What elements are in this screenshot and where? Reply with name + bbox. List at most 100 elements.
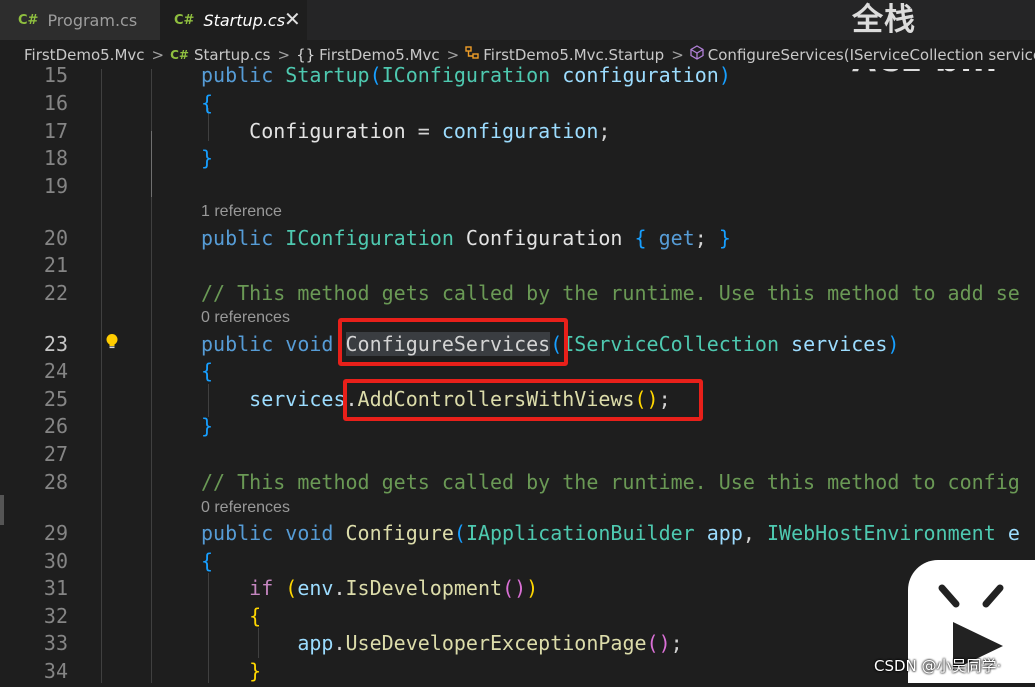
annotation-box (338, 318, 568, 366)
code-text: public void Configure(IApplicationBuilde… (201, 519, 1020, 547)
code-token: IConfiguration (381, 63, 563, 87)
code-text: } (201, 412, 213, 440)
line-number: 29 (43, 521, 68, 545)
code-text: if (env.IsDevelopment()) (201, 574, 538, 602)
code-token: app (297, 631, 334, 655)
line-number: 15 (43, 63, 68, 87)
code-text: // This method gets called by the runtim… (201, 468, 1020, 496)
code-line[interactable]: 27 (0, 440, 1035, 468)
codelens-references[interactable]: 0 references (201, 308, 290, 328)
code-token: ) (526, 576, 539, 600)
code-token: configuration (562, 63, 719, 87)
code-token: } (201, 414, 214, 438)
code-token: , (742, 521, 767, 545)
codelens-references[interactable]: 1 reference (201, 202, 282, 222)
line-number: 25 (43, 387, 68, 411)
code-line[interactable]: 29 public void Configure(IApplicationBuil… (0, 519, 1035, 547)
csdn-watermark: CSDN @小吴同学· (874, 657, 1002, 675)
code-token: ; (694, 226, 719, 250)
line-number: 16 (43, 91, 68, 115)
code-token: // This method gets called by the runtim… (201, 470, 1020, 494)
code-token: public (201, 332, 286, 356)
code-token: { (201, 91, 214, 115)
code-text: public Startup(IConfiguration configurat… (201, 61, 731, 89)
tab-bar: C# Program.cs C# Startup.cs ✕ 全栈ACEbili (0, 0, 1035, 80)
codelens-references[interactable]: 0 references (201, 498, 290, 518)
csharp-file-icon: C# (18, 12, 39, 28)
code-token: UseDeveloperExceptionPage (345, 631, 647, 655)
line-number: 27 (43, 442, 68, 466)
code-token: IApplicationBuilder (465, 521, 707, 545)
code-token: . (333, 631, 346, 655)
code-token: Configure (345, 521, 454, 545)
line-number: 31 (43, 576, 68, 600)
code-token: env (297, 576, 334, 600)
tab-startup-cs[interactable]: C# Startup.cs ✕ (160, 0, 307, 40)
line-number: 24 (43, 359, 68, 383)
video-watermark: 全栈ACEbili (852, 0, 1035, 80)
code-token: ; (670, 631, 683, 655)
line-number: 20 (43, 226, 68, 250)
code-text: } (201, 657, 261, 685)
code-line[interactable]: 18} (0, 144, 1035, 172)
code-line[interactable]: 20 public IConfiguration Configuration { … (0, 224, 1035, 252)
code-line[interactable]: 15 public Startup(IConfiguration configur… (0, 61, 1035, 89)
code-token: ) (887, 332, 900, 356)
code-line[interactable]: 30 { (0, 547, 1035, 575)
code-text: app.UseDeveloperExceptionPage(); (201, 629, 683, 657)
code-line[interactable]: 31 if (env.IsDevelopment()) (0, 574, 1035, 602)
code-token: { (201, 549, 214, 573)
code-line[interactable]: 17 Configuration = configuration; (0, 117, 1035, 145)
code-line[interactable]: 22 // This method gets called by the runt… (0, 279, 1035, 307)
code-token: IsDevelopment (345, 576, 503, 600)
code-token: } (718, 226, 731, 250)
tab-label: Startup.cs (203, 10, 286, 30)
close-icon[interactable]: ✕ (284, 7, 301, 31)
code-line[interactable]: 28 // This method gets called by the runt… (0, 468, 1035, 496)
code-token: public (201, 63, 286, 87)
code-token: get (658, 226, 695, 250)
code-token: } (201, 146, 214, 170)
code-token: public (201, 521, 286, 545)
code-token: ( (453, 521, 466, 545)
line-number: 28 (43, 470, 68, 494)
code-line[interactable]: 16 { (0, 89, 1035, 117)
code-token: ( (369, 63, 382, 87)
annotation-box (343, 379, 703, 421)
lightbulb-icon[interactable] (105, 333, 119, 355)
line-number: 23 (43, 332, 68, 356)
code-line[interactable]: 21 (0, 251, 1035, 279)
code-text: } (201, 144, 213, 172)
line-number: 21 (43, 253, 68, 277)
line-number: 17 (43, 119, 68, 143)
code-token: . (333, 576, 346, 600)
code-token: app (706, 521, 743, 545)
code-token: ) (718, 63, 731, 87)
code-line[interactable]: 32 { (0, 602, 1035, 630)
code-token: () (502, 576, 527, 600)
code-line[interactable]: 33 app.UseDeveloperExceptionPage(); (0, 629, 1035, 657)
code-token: } (249, 659, 262, 683)
line-number: 33 (43, 631, 68, 655)
code-line[interactable]: 19 (0, 172, 1035, 200)
code-token: { (249, 604, 262, 628)
code-text: { (201, 89, 213, 117)
code-token: // This method gets called by the runtim… (201, 281, 1020, 305)
code-editor[interactable]: 1 reference 0 references 0 references 15… (0, 63, 1035, 685)
line-number: 18 (43, 146, 68, 170)
csharp-file-icon: C# (174, 12, 195, 28)
code-token: { (634, 226, 659, 250)
code-text: public IConfiguration Configuration { ge… (201, 224, 731, 252)
code-token: services (791, 332, 888, 356)
tab-program-cs[interactable]: C# Program.cs (0, 0, 160, 40)
code-token: services (249, 387, 346, 411)
code-token: () (646, 631, 671, 655)
line-number: 34 (43, 659, 68, 683)
code-token: ; (598, 119, 611, 143)
code-token: Startup (285, 63, 370, 87)
code-token: Configuration (249, 119, 406, 143)
code-token: IServiceCollection (562, 332, 792, 356)
